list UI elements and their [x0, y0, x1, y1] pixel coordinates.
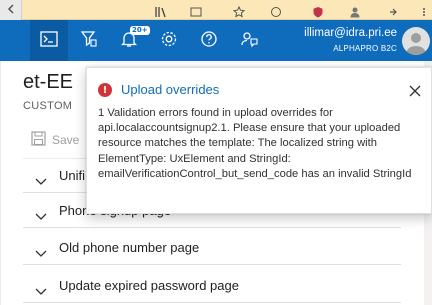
page-title: et-EE — [23, 71, 74, 93]
notifications-button[interactable]: 20+ — [110, 20, 150, 61]
tenant-name[interactable]: ALPHAPRO B2C — [333, 44, 397, 53]
directory-filter-button[interactable] — [70, 20, 108, 61]
browser-toolbar — [0, 0, 432, 20]
accordion-item-label: Old phone number page — [59, 240, 200, 255]
gear-icon — [160, 30, 178, 52]
toast-message: 1 Validation errors found in upload over… — [98, 107, 412, 180]
accordion-item[interactable]: Old phone number page — [23, 231, 401, 265]
avatar[interactable] — [402, 27, 430, 55]
accordion-item-label: Update expired password page — [59, 278, 239, 293]
help-icon — [200, 30, 218, 52]
close-button[interactable] — [409, 82, 421, 101]
help-button[interactable] — [190, 20, 228, 61]
accordion-item[interactable]: Update expired password page — [23, 269, 401, 303]
save-button[interactable]: Save — [31, 131, 79, 149]
error-icon: ! — [98, 83, 112, 97]
error-toast: ! Upload overrides 1 Validation errors f… — [86, 67, 432, 214]
browser-back-box[interactable] — [0, 0, 22, 20]
portal-header: 20+ illimar@idra.pri.ee ALPHAPRO B2C — [0, 20, 432, 61]
directory-filter-icon — [80, 30, 98, 52]
save-icon — [31, 131, 46, 149]
toast-title[interactable]: Upload overrides — [121, 82, 219, 97]
chevron-down-icon — [35, 171, 47, 190]
chevron-down-icon — [35, 281, 47, 300]
settings-button[interactable] — [150, 20, 188, 61]
page-subtitle: CUSTOM — [23, 100, 73, 112]
feedback-icon — [240, 30, 258, 52]
terminal-icon — [40, 30, 58, 51]
accordion-item-label: Unifi — [59, 168, 86, 183]
feedback-button[interactable] — [230, 20, 268, 61]
notification-count-badge: 20+ — [130, 26, 150, 35]
chevron-down-icon — [35, 206, 47, 225]
user-email[interactable]: illimar@idra.pri.ee — [304, 27, 397, 39]
cloud-shell-button[interactable] — [30, 20, 68, 61]
chevron-down-icon — [35, 243, 47, 262]
close-icon — [409, 82, 421, 101]
save-label: Save — [52, 133, 80, 147]
